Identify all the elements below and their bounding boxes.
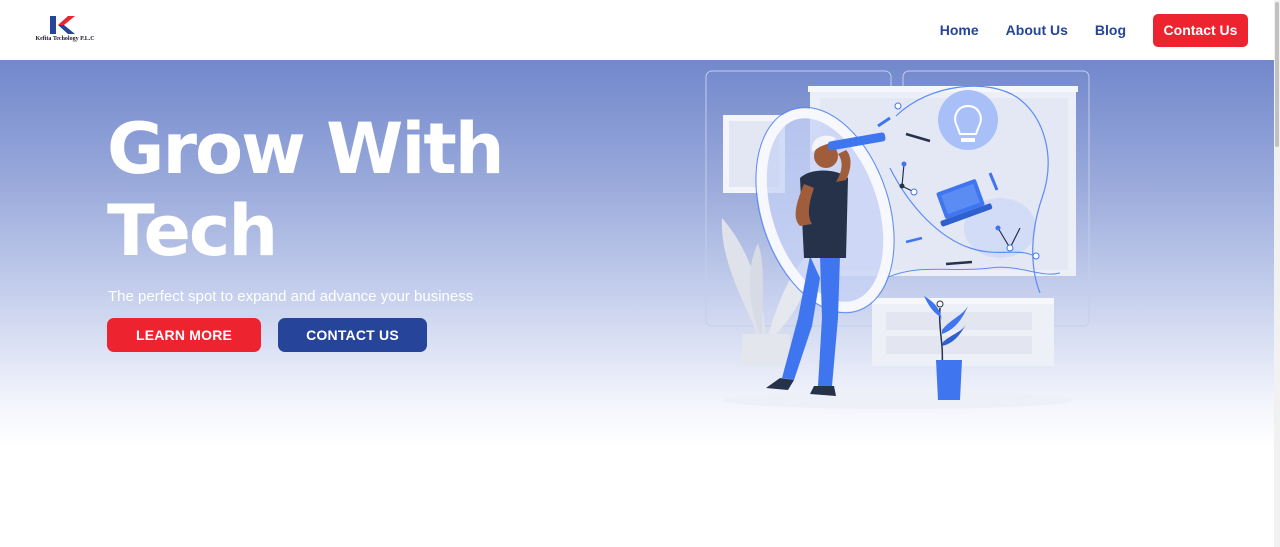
hero-title: Grow With Tech — [107, 108, 505, 272]
scrollbar-thumb[interactable] — [1275, 2, 1279, 147]
logo[interactable]: Kefita Techology P.L.C — [30, 14, 100, 46]
nav-about-us[interactable]: About Us — [1006, 22, 1068, 38]
learn-more-button[interactable]: LEARN MORE — [107, 318, 261, 352]
site-header: Kefita Techology P.L.C Home About Us Blo… — [0, 0, 1274, 60]
hero-illustration — [705, 70, 1090, 409]
page-scrollbar[interactable] — [1274, 0, 1280, 547]
nav-home[interactable]: Home — [940, 22, 979, 38]
logo-text: Kefita Techology P.L.C — [35, 36, 95, 42]
logo-k-icon — [50, 16, 75, 34]
nav-blog[interactable]: Blog — [1095, 22, 1126, 38]
hero-subtitle: The perfect spot to expand and advance y… — [108, 288, 474, 305]
main-nav: Home About Us Blog Contact Us — [940, 13, 1248, 47]
contact-us-button[interactable]: CONTACT US — [278, 318, 427, 352]
hero-section: Grow With Tech The perfect spot to expan… — [0, 60, 1274, 450]
nav-contact-us-button[interactable]: Contact Us — [1153, 13, 1248, 47]
